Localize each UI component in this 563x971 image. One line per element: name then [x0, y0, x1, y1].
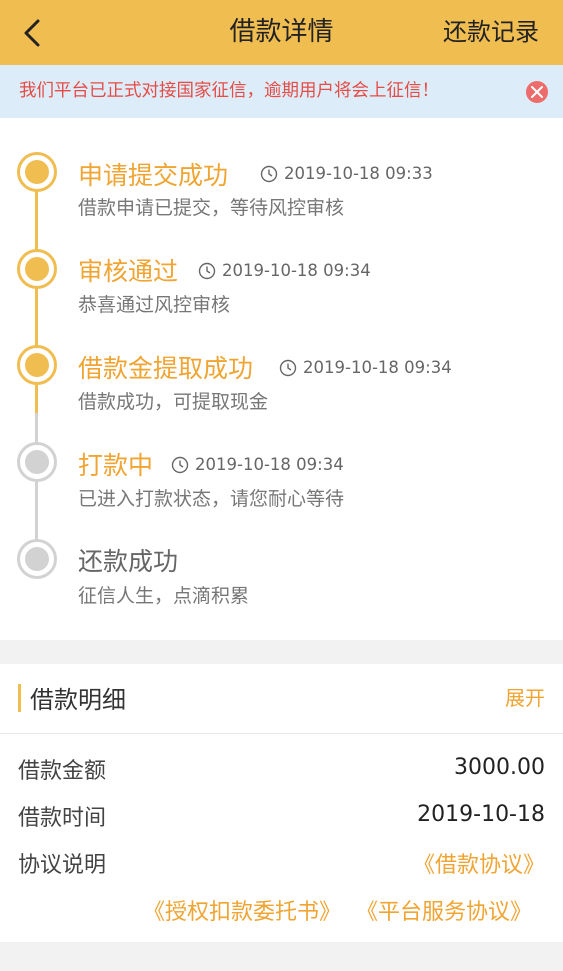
- expand-button[interactable]: 展开: [505, 682, 545, 711]
- step-time-text: 2019-10-18 09:34: [303, 358, 452, 377]
- credit-notice-banner: 我们平台已正式对接国家征信，逾期用户将会上征信！: [0, 65, 563, 118]
- step-description: 借款成功，可提取现金: [78, 391, 269, 413]
- top-navigation-bar: 借款详情 还款记录: [0, 0, 563, 65]
- date-value: 2019-10-18: [417, 802, 545, 827]
- step-time: 2019-10-18 09:34: [171, 455, 344, 474]
- section-accent-bar: [18, 684, 21, 712]
- divider: [0, 733, 563, 734]
- step-description: 征信人生，点滴积累: [78, 585, 250, 607]
- amount-label: 借款金额: [18, 759, 107, 784]
- timeline-line-3: [35, 383, 38, 413]
- step-title: 还款成功: [78, 547, 179, 576]
- amount-value: 3000.00: [454, 755, 545, 780]
- step-title: 借款金提取成功: [78, 354, 254, 383]
- step-indicator: [17, 249, 57, 289]
- section-title: 借款明细: [30, 686, 126, 714]
- clock-icon: [260, 165, 278, 182]
- close-notice-button[interactable]: [526, 81, 548, 103]
- step-time-text: 2019-10-18 09:34: [222, 261, 371, 280]
- step-indicator: [17, 345, 57, 385]
- step-indicator: [17, 442, 57, 482]
- timeline-line-1: [35, 190, 38, 250]
- loan-progress-timeline: 申请提交成功 2019-10-18 09:33 借款申请已提交，等待风控审核 审…: [0, 118, 563, 640]
- step-description: 恭喜通过风控审核: [78, 294, 231, 316]
- clock-icon: [171, 456, 189, 473]
- step-description: 已进入打款状态，请您耐心等待: [78, 488, 345, 510]
- timeline-line-5: [35, 480, 38, 540]
- loan-detail-card: 借款明细 展开 借款金额 3000.00 借款时间 2019-10-18 协议说…: [0, 664, 563, 942]
- step-title: 申请提交成功: [78, 161, 229, 190]
- date-label: 借款时间: [18, 806, 107, 831]
- clock-icon: [279, 359, 297, 376]
- timeline-line-4: [35, 413, 38, 443]
- step-title: 打款中: [78, 451, 154, 480]
- notice-text: 我们平台已正式对接国家征信，逾期用户将会上征信！: [19, 81, 439, 101]
- step-title: 审核通过: [78, 257, 179, 286]
- step-time: 2019-10-18 09:33: [260, 164, 433, 183]
- step-indicator: [17, 539, 57, 579]
- step-time-text: 2019-10-18 09:34: [195, 455, 344, 474]
- timeline-line-2: [35, 287, 38, 346]
- close-icon: [531, 86, 543, 98]
- platform-service-link[interactable]: 《平台服务协议》: [356, 894, 532, 926]
- loan-agreement-link[interactable]: 《借款协议》: [413, 847, 545, 879]
- step-description: 借款申请已提交，等待风控审核: [78, 197, 345, 219]
- clock-icon: [198, 262, 216, 279]
- step-time: 2019-10-18 09:34: [279, 358, 452, 377]
- step-indicator: [17, 152, 57, 192]
- agreement-label: 协议说明: [18, 853, 107, 878]
- repayment-records-link[interactable]: 还款记录: [443, 0, 539, 65]
- step-time-text: 2019-10-18 09:33: [284, 164, 433, 183]
- authorization-link[interactable]: 《授权扣款委托书》: [143, 894, 341, 926]
- step-time: 2019-10-18 09:34: [198, 261, 371, 280]
